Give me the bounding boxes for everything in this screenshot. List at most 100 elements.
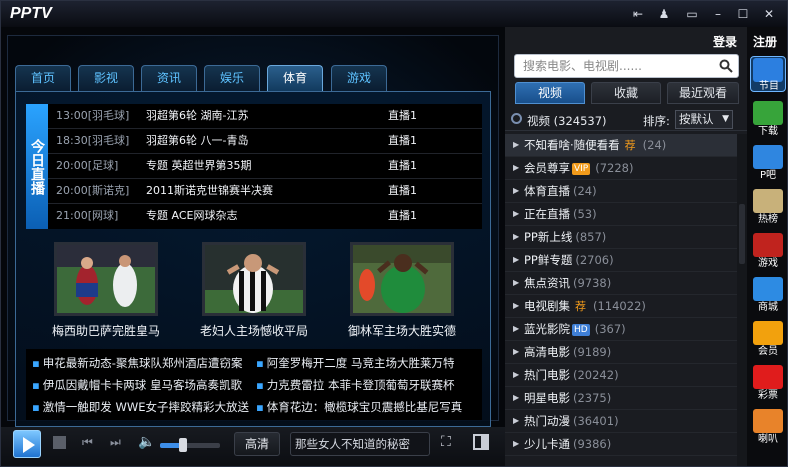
scrollbar[interactable] xyxy=(737,134,747,466)
category-item[interactable]: ▶ 明星电影 (2375) xyxy=(505,387,737,410)
volume-slider[interactable] xyxy=(160,438,220,452)
close-icon[interactable]: ✕ xyxy=(760,6,778,22)
volume-icon[interactable]: 🔈 xyxy=(138,434,155,450)
search-input[interactable]: 搜索电影、电视剧...... xyxy=(514,54,739,78)
skin-icon[interactable]: ♟ xyxy=(655,6,673,22)
sidebar-button-game[interactable]: 游戏 xyxy=(750,232,786,269)
minimize-icon[interactable]: – xyxy=(709,6,727,22)
expand-arrow-icon[interactable]: ▶ xyxy=(513,295,519,317)
category-item[interactable]: ▶ 焦点资讯 (9738) xyxy=(505,272,737,295)
schedule-row[interactable]: 20:00[足球] 专题 英超世界第35期 直播1 xyxy=(48,154,482,179)
news-item[interactable]: ▪ 激情一触即发 WWE女子摔跤精彩大放送 xyxy=(32,399,249,415)
category-count: (20242) xyxy=(573,368,619,382)
login-link[interactable]: 登录 xyxy=(713,33,737,50)
thumbnail-caption[interactable]: 老妇人主场憾收平局 xyxy=(179,322,329,339)
sidebar-button-hot-chart[interactable]: 热榜 xyxy=(750,188,786,225)
sidebar-button-vip[interactable]: 会员 xyxy=(750,320,786,357)
previous-icon[interactable]: ⏮ xyxy=(82,435,93,450)
thumbnail-guoan[interactable] xyxy=(350,242,454,316)
tab-home[interactable]: 首页 xyxy=(15,65,71,91)
next-icon[interactable]: ⏭ xyxy=(110,435,121,450)
news-item[interactable]: ▪ 阿奎罗梅开二度 马竞主场大胜莱万特 xyxy=(256,355,454,371)
expand-arrow-icon[interactable]: ▶ xyxy=(513,433,519,455)
stop-icon[interactable] xyxy=(53,436,66,449)
expand-arrow-icon[interactable]: ▶ xyxy=(513,318,519,340)
tab-sports[interactable]: 体育 xyxy=(267,65,323,91)
news-item[interactable]: ▪ 力克费雷拉 本菲卡登顶葡萄牙联赛杯 xyxy=(256,377,454,393)
sidebar-button-lottery[interactable]: 彩票 xyxy=(750,364,786,401)
category-item[interactable]: ▶ 热门动漫 (36401) xyxy=(505,410,737,433)
sidebar-button-download[interactable]: 下载 xyxy=(750,100,786,137)
expand-arrow-icon[interactable]: ▶ xyxy=(513,341,519,363)
refresh-icon[interactable] xyxy=(511,113,522,124)
category-item[interactable]: ▶ 少儿卡通 (9386) xyxy=(505,433,737,456)
mini-mode-icon[interactable]: ▭ xyxy=(683,6,701,22)
expand-arrow-icon[interactable]: ▶ xyxy=(513,364,519,386)
expand-arrow-icon[interactable]: ▶ xyxy=(513,272,519,294)
playback-controls: ⏮ ⏭ 🔈 高清 那些女人不知道的秘密 ⛶ xyxy=(1,427,505,466)
expand-arrow-icon[interactable]: ▶ xyxy=(513,249,519,271)
category-item[interactable]: ▶ 电视剧集荐 (114022) xyxy=(505,295,737,318)
tab-entertainment[interactable]: 娱乐 xyxy=(204,65,260,91)
pin-icon[interactable]: ⇤ xyxy=(629,6,647,22)
category-item[interactable]: ▶ PP新上线 (857) xyxy=(505,226,737,249)
tab-movies[interactable]: 影视 xyxy=(78,65,134,91)
category-item[interactable]: ▶ PP鲜专题 (2706) xyxy=(505,249,737,272)
sort-select[interactable]: 按默认 ▼ xyxy=(675,110,733,129)
tab-games[interactable]: 游戏 xyxy=(331,65,387,91)
tab-videos[interactable]: 视频 xyxy=(515,82,585,104)
category-item[interactable]: ▶ 热门电影 (20242) xyxy=(505,364,737,387)
scrollbar-thumb[interactable] xyxy=(739,204,745,264)
category-item[interactable]: ▶ 会员尊享 VIP (7228) xyxy=(505,157,737,180)
expand-arrow-icon[interactable]: ▶ xyxy=(513,157,519,179)
expand-arrow-icon[interactable]: ▶ xyxy=(513,410,519,432)
category-count: (9189) xyxy=(573,345,612,359)
volume-slider-knob[interactable] xyxy=(178,438,187,452)
register-link[interactable]: 注册 xyxy=(753,33,777,50)
thumbnail-barca-real[interactable] xyxy=(54,242,158,316)
news-item[interactable]: ▪ 伊瓜因戴帽卡卡两球 皇马客场高奏凯歌 xyxy=(32,377,242,393)
sidebar-button-pbar[interactable]: P吧 xyxy=(750,144,786,181)
category-badge: 荐 xyxy=(624,138,636,152)
sidebar-button-mall[interactable]: 商城 xyxy=(750,276,786,313)
thumbnail-caption[interactable]: 御林军主场大胜实德 xyxy=(327,322,477,339)
title-bar[interactable]: PPTV ⇤ ♟ ▭ – ☐ ✕ xyxy=(1,1,787,27)
category-count: (9386) xyxy=(573,437,612,451)
schedule-row[interactable]: 18:30[羽毛球] 羽超第6轮 八一-青岛 直播1 xyxy=(48,129,482,154)
schedule-row[interactable]: 21:00[网球] 专题 ACE网球杂志 直播1 xyxy=(48,204,482,229)
expand-arrow-icon[interactable]: ▶ xyxy=(513,226,519,248)
search-icon[interactable] xyxy=(719,59,733,73)
news-item[interactable]: ▪ 申花最新动态-聚焦球队郑州酒店遭窃案 xyxy=(32,355,242,371)
pptv-logo: PPTV xyxy=(10,5,52,22)
thumbnail-caption[interactable]: 梅西助巴萨完胜皇马 xyxy=(31,322,181,339)
toggle-panel-icon[interactable] xyxy=(473,434,489,450)
tab-favorites[interactable]: 收藏 xyxy=(591,82,661,104)
schedule-row[interactable]: 20:00[斯诺克] 2011斯诺克世锦赛半决赛 直播1 xyxy=(48,179,482,204)
tab-news[interactable]: 资讯 xyxy=(141,65,197,91)
sidebar-button-speaker[interactable]: 喇叭 xyxy=(750,408,786,445)
schedule-row[interactable]: 13:00[羽毛球] 羽超第6轮 湖南-江苏 直播1 xyxy=(48,104,482,129)
category-item[interactable]: ▶ 体育直播 (24) xyxy=(505,180,737,203)
expand-arrow-icon[interactable]: ▶ xyxy=(513,203,519,225)
category-item[interactable]: ▶ 蓝光影院 HD (367) xyxy=(505,318,737,341)
sidebar-button-label: 喇叭 xyxy=(758,434,778,445)
sidebar-button-play-program[interactable]: 节目 xyxy=(750,56,786,92)
category-item[interactable]: ▶ 不知看啥·随便看看荐 (24) xyxy=(505,134,737,157)
fullscreen-icon[interactable]: ⛶ xyxy=(441,434,451,450)
category-item[interactable]: ▶ 正在直播 (53) xyxy=(505,203,737,226)
play-button[interactable] xyxy=(13,430,41,458)
category-count: (24) xyxy=(642,138,667,152)
expand-arrow-icon[interactable]: ▶ xyxy=(513,180,519,202)
maximize-icon[interactable]: ☐ xyxy=(734,6,752,22)
quality-button[interactable]: 高清 xyxy=(234,432,280,456)
expand-arrow-icon[interactable]: ▶ xyxy=(513,134,519,156)
chevron-down-icon: ▼ xyxy=(722,114,729,124)
now-playing-field[interactable]: 那些女人不知道的秘密 xyxy=(290,432,430,456)
category-name: 少儿卡通 xyxy=(524,437,570,451)
thumbnail-juventus[interactable] xyxy=(202,242,306,316)
category-item[interactable]: ▶ 高清电影 (9189) xyxy=(505,341,737,364)
tab-recent[interactable]: 最近观看 xyxy=(667,82,739,104)
expand-arrow-icon[interactable]: ▶ xyxy=(513,387,519,409)
news-list: ▪ 申花最新动态-聚焦球队郑州酒店遭窃案 ▪ 阿奎罗梅开二度 马竞主场大胜莱万特 ▪… xyxy=(26,349,482,420)
news-item[interactable]: ▪ 体育花边：橄榄球宝贝震撼比基尼写真 xyxy=(256,399,462,415)
